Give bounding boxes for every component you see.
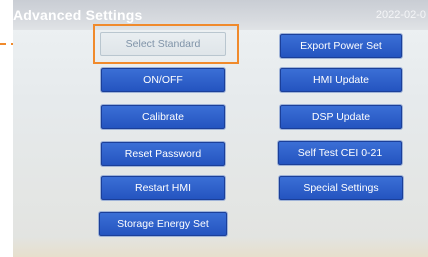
- date-display: 2022-02-0: [375, 9, 426, 21]
- hmi-update-button[interactable]: HMI Update: [280, 68, 402, 92]
- on-off-button[interactable]: ON/OFF: [101, 68, 225, 92]
- page: Advanced Settings 2022-02-0 Select Stand…: [0, 0, 428, 257]
- screen-bottom-edge: [13, 237, 428, 257]
- reset-password-button[interactable]: Reset Password: [101, 142, 225, 166]
- special-settings-button[interactable]: Special Settings: [279, 176, 403, 200]
- restart-hmi-button[interactable]: Restart HMI: [101, 176, 225, 200]
- self-test-cei-button[interactable]: Self Test CEI 0-21: [278, 141, 402, 165]
- storage-energy-set-button[interactable]: Storage Energy Set: [99, 212, 227, 236]
- calibrate-button[interactable]: Calibrate: [101, 105, 225, 129]
- export-power-set-button[interactable]: Export Power Set: [280, 34, 402, 58]
- dsp-update-button[interactable]: DSP Update: [280, 105, 402, 129]
- highlight-box: [93, 24, 239, 64]
- page-title: Advanced Settings: [13, 7, 143, 23]
